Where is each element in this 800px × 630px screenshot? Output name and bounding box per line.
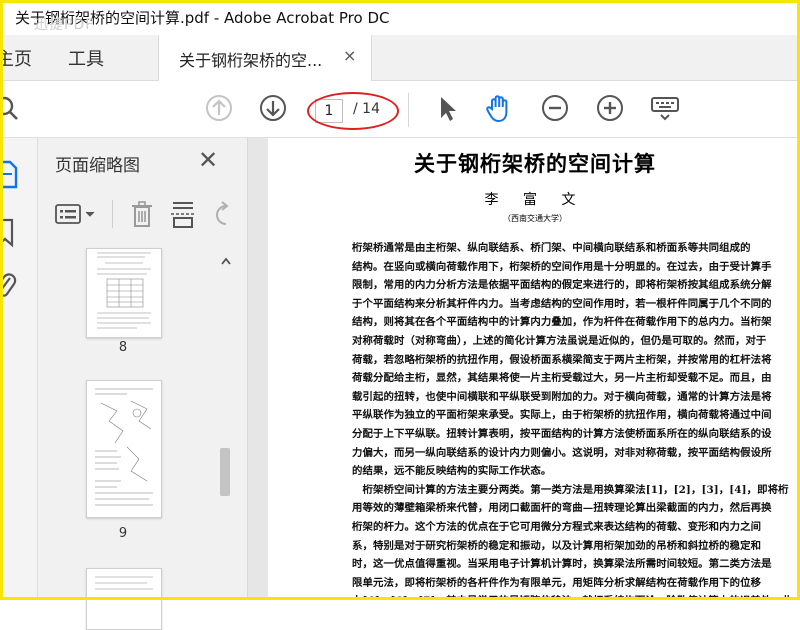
tab-document-label: 关于钢桁架桥的空... (179, 51, 323, 70)
tab-tools[interactable]: 工具 (68, 45, 104, 71)
page-thumbnail[interactable] (86, 248, 162, 338)
search-icon[interactable] (0, 93, 22, 123)
rotate-page-icon[interactable] (210, 200, 232, 228)
pdf-page[interactable]: 关于钢桁架桥的空间计算 李 富 文 （西南交通大学） 桁架桥通常是由主桁架、纵向… (268, 138, 800, 600)
left-icon-rail (0, 138, 38, 600)
document-text-line: 时，这一优点值得重视。当采用电子计算机计算时，换算梁法所需时间较短。第二类方法是 (352, 558, 772, 571)
document-text-line: 结构。在竖向或横向荷载作用下，桁架桥的空间作用是十分明显的。在过去，由于受计算手 (352, 260, 772, 273)
document-title: 关于钢桁架桥的空间计算 (414, 151, 656, 176)
hand-icon[interactable] (484, 93, 514, 123)
document-text-line: 用等效的薄壁箱梁桥来代替，用闭口截面杆的弯曲—扭转理论算出梁截面的内力，然后再换 (352, 502, 772, 515)
toolbar: 1 / 14 (0, 81, 800, 138)
thumbnail-pane-title: 页面缩略图 (55, 156, 140, 176)
thumbnail-page-number: 9 (118, 526, 128, 541)
document-text-line: 平纵联作为独立的平面桁架来承受。实际上，由于桁架桥的抗扭作用，横向荷载将通过中间 (352, 409, 772, 422)
page-thumbnails-icon[interactable] (0, 160, 20, 190)
thumbnail-options-icon[interactable] (54, 202, 98, 226)
page-thumbnail[interactable] (86, 568, 162, 630)
attachment-icon[interactable] (0, 272, 18, 302)
extract-page-icon[interactable] (170, 200, 196, 228)
document-text-line: 桁架桥通常是由主桁架、纵向联结系、桥门架、中间横向联结系和桥面系等共同组成的 (352, 242, 751, 254)
document-text-line: 结构，则将其在各个平面结构中的计算内力叠加，作为杆件在荷载作用下的总内力。当桁架 (352, 316, 772, 329)
document-text-line: 桁架桥空间计算的方法主要分两类。第一类方法是用换算梁法[1]，[2]，[3]，[… (352, 483, 789, 496)
document-text-line: 于个平面结构来分析其杆件内力。当考虑结构的空间作用时，若一根杆件同属于几个不同的 (352, 297, 772, 310)
tab-home[interactable]: 主页 (0, 45, 32, 71)
page-thumbnail-content (95, 576, 153, 590)
thumbnail-pane: 页面缩略图 ✕ 8 9 (38, 138, 248, 630)
document-text-line: 力偏大，而另一纵向联结系的设计内力则偏小。这说明，对非对称荷载，按平面结构假设所 (352, 446, 772, 459)
document-affiliation: （西南交通大学） (503, 214, 567, 223)
document-text-line: 系，特别是对于研究桁架桥的稳定和振动，以及计算用桁架加劲的吊桥和斜拉桥的稳定和 (352, 539, 762, 552)
close-tab-icon[interactable]: × (343, 46, 356, 65)
document-text-line: 对称荷载时（对称弯曲），上述的简化计算方法虽说是近似的，但仍是可取的。然而，对于 (352, 334, 767, 347)
delete-icon[interactable] (130, 200, 154, 228)
document-body: 桁架桥通常是由主桁架、纵向联结系、桥门架、中间横向联结系和桥面系等共同组成的结构… (352, 239, 800, 600)
document-text-line: 荷载分配给主桁，显然，其结果将使一片主桁受载过大，另一片主桁却受载不足。而且，由 (352, 372, 772, 385)
zoom-in-icon[interactable] (595, 93, 625, 123)
watermark-text: 迅捷PDF (34, 17, 95, 33)
page-thumbnail[interactable] (86, 380, 162, 518)
document-text-line: 限单元法，即将桁架桥的各杆件作为有限单元，用矩阵分析求解结构在荷载作用下的位移 (352, 576, 762, 589)
page-down-icon[interactable] (258, 93, 288, 123)
document-text-line: 桁架的杆力。这个方法的优点在于它可用微分方程式来表达结构的荷载、变形和内力之间 (352, 520, 762, 533)
document-text-line: 分配于上下平纵联。扭转计算表明，按平面结构的计算方法使桥面系所在的纵向联结系的设 (352, 427, 772, 440)
title-bar: 关于钢桁架桥的空间计算.pdf - Adobe Acrobat Pro DC 迅… (0, 0, 800, 36)
toolbar-divider (408, 93, 409, 127)
document-text-line: 载引起的扭转，也使中间横联和平纵联受到附加的力。对于横向荷载，通常的计算方法是将 (352, 390, 772, 403)
document-view: 关于钢桁架桥的空间计算 李 富 文 （西南交通大学） 桁架桥通常是由主桁架、纵向… (248, 138, 800, 600)
select-arrow-icon[interactable] (432, 93, 462, 123)
document-text-line: 荷载，若忽略桁架桥的抗扭作用，假设桥面系横梁简支于两片主桁架，并按常用的杠杆法将 (352, 353, 772, 366)
thumbnail-page-number: 8 (118, 340, 128, 355)
zoom-out-icon[interactable] (540, 93, 570, 123)
tab-bar: 主页 工具 关于钢桁架桥的空... × (0, 35, 800, 81)
pane-divider (112, 200, 113, 228)
scroll-up-icon[interactable] (220, 256, 232, 266)
tab-document[interactable]: 关于钢桁架桥的空... × (158, 35, 372, 81)
close-pane-icon[interactable]: ✕ (198, 146, 218, 174)
keyboard-icon[interactable] (650, 93, 680, 123)
thumbnail-scrollbar-thumb[interactable] (220, 448, 230, 496)
page-up-icon[interactable] (204, 93, 234, 123)
red-annotation-circle (307, 92, 399, 130)
document-text-line: 限制，常用的内力分析方法是依据平面结构的假定来进行的，即将桁架桥按其组成系统分解 (352, 279, 772, 292)
page-thumbnail-content (95, 388, 153, 506)
page-thumbnail-content (97, 252, 151, 329)
document-text-line: 的结果，远不能反映结构的实际工作状态。 (352, 465, 552, 478)
document-text-line: 力[6]，[6]，[7]，其中最常用的是矩阵位移法。就杆系结构而论，除数值计算上… (352, 592, 800, 600)
bookmark-icon[interactable] (0, 218, 16, 248)
document-author: 李 富 文 (484, 192, 586, 208)
